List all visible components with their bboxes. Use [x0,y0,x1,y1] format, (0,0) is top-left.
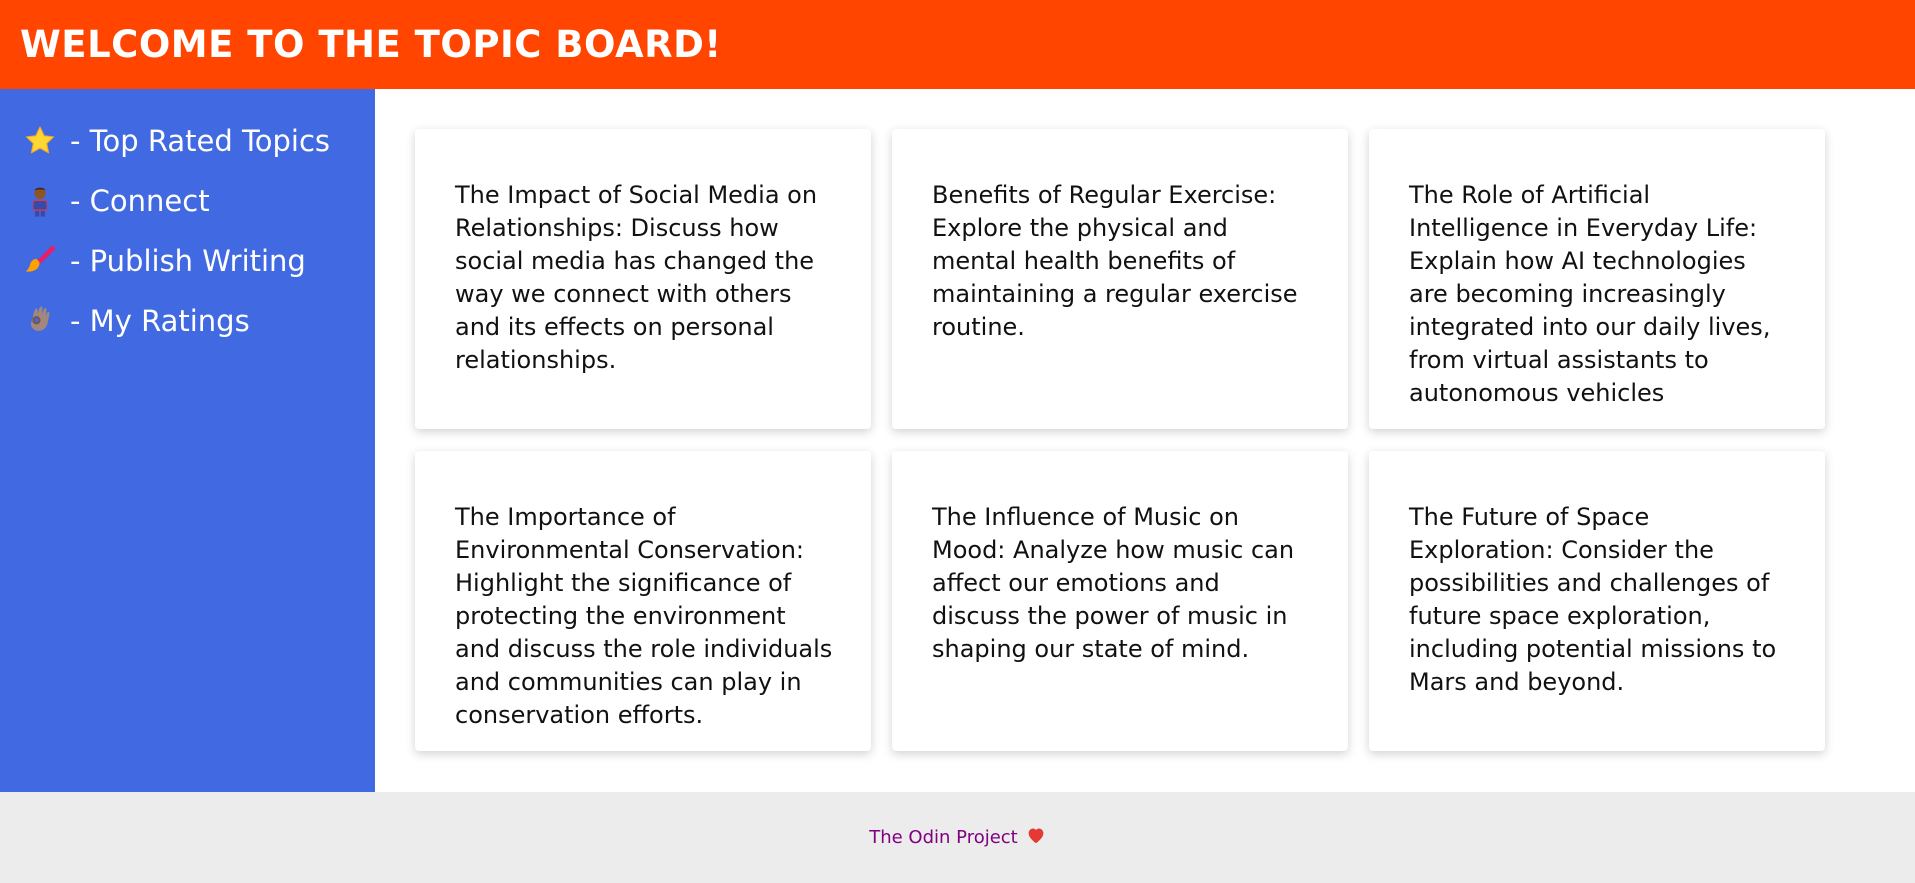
topic-card[interactable]: The Future of Space Exploration: Conside… [1369,451,1825,751]
sidebar-item-label: - Connect [70,184,210,218]
sidebar-item-label: - My Ratings [70,304,250,338]
odin-project-link[interactable]: The Odin Project [869,826,1046,849]
sidebar-item-label: - Top Rated Topics [70,124,331,158]
paintbrush-icon [22,243,58,279]
topic-card[interactable]: The Impact of Social Media on Relationsh… [415,129,871,429]
ok-hand-icon [22,303,58,339]
page: WELCOME TO THE TOPIC BOARD! - Top Rated … [0,0,1915,883]
heart-icon [1026,826,1046,849]
main-content: The Impact of Social Media on Relationsh… [375,89,1915,792]
topic-card-text: The Influence of Music on Mood: Analyze … [932,503,1295,663]
topic-card-grid: The Impact of Social Media on Relationsh… [415,129,1915,751]
topic-card-text: The Importance of Environmental Conserva… [455,503,833,729]
topic-card-text: The Future of Space Exploration: Conside… [1409,503,1777,696]
sidebar-nav-list: - Top Rated Topics - Connect - Publish W… [22,111,375,351]
sidebar-item-connect[interactable]: - Connect [22,171,375,231]
sidebar: - Top Rated Topics - Connect - Publish W… [0,89,375,792]
sidebar-item-publish-writing[interactable]: - Publish Writing [22,231,375,291]
topic-card[interactable]: Benefits of Regular Exercise: Explore th… [892,129,1348,429]
footer-link-text: The Odin Project [869,827,1018,848]
topic-card-text: Benefits of Regular Exercise: Explore th… [932,181,1298,341]
topic-card[interactable]: The Importance of Environmental Conserva… [415,451,871,751]
topic-card[interactable]: The Influence of Music on Mood: Analyze … [892,451,1348,751]
topic-card[interactable]: The Role of Artificial Intelligence in E… [1369,129,1825,429]
topic-card-text: The Role of Artificial Intelligence in E… [1409,181,1771,407]
page-title: WELCOME TO THE TOPIC BOARD! [20,23,722,66]
sidebar-item-label: - Publish Writing [70,244,306,278]
footer: The Odin Project [0,792,1915,883]
content-area: - Top Rated Topics - Connect - Publish W… [0,89,1915,792]
header-bar: WELCOME TO THE TOPIC BOARD! [0,0,1915,89]
sidebar-item-my-ratings[interactable]: - My Ratings [22,291,375,351]
star-icon [22,123,58,159]
sidebar-item-top-rated-topics[interactable]: - Top Rated Topics [22,111,375,171]
topic-card-text: The Impact of Social Media on Relationsh… [455,181,818,374]
person-icon [22,183,58,219]
